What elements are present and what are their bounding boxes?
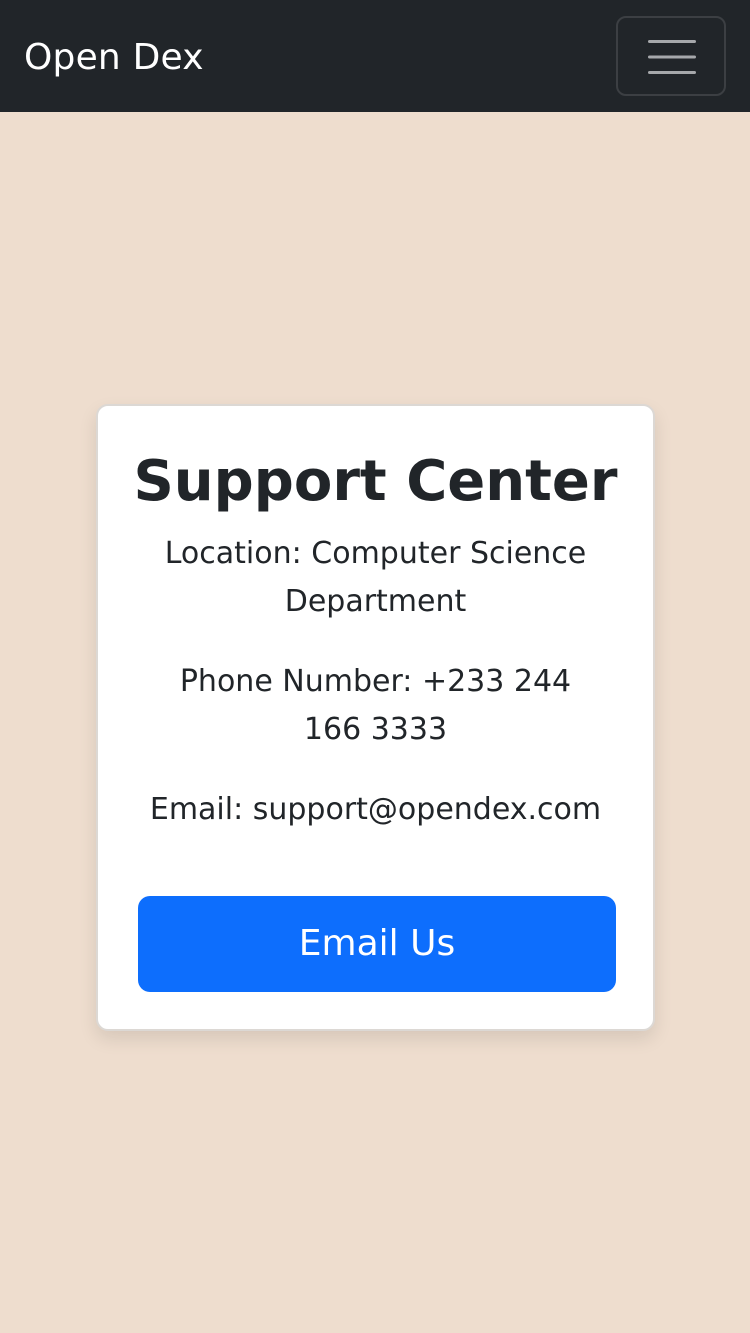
email-us-button[interactable]: Email Us (138, 896, 616, 992)
card-title: Support Center (133, 449, 618, 514)
top-navbar: Open Dex (0, 0, 750, 112)
hamburger-menu-icon (648, 40, 696, 74)
brand-link[interactable]: Open Dex (24, 33, 204, 83)
location-text: Location: Computer Science Department (164, 536, 587, 619)
email-text: Email: support@opendex.com (149, 792, 602, 827)
navbar-toggler-button[interactable] (616, 16, 726, 96)
support-center-card: Support Center Location: Computer Scienc… (96, 404, 655, 1031)
phone-number-text: Phone Number: +233 244 166 3333 (179, 664, 572, 747)
